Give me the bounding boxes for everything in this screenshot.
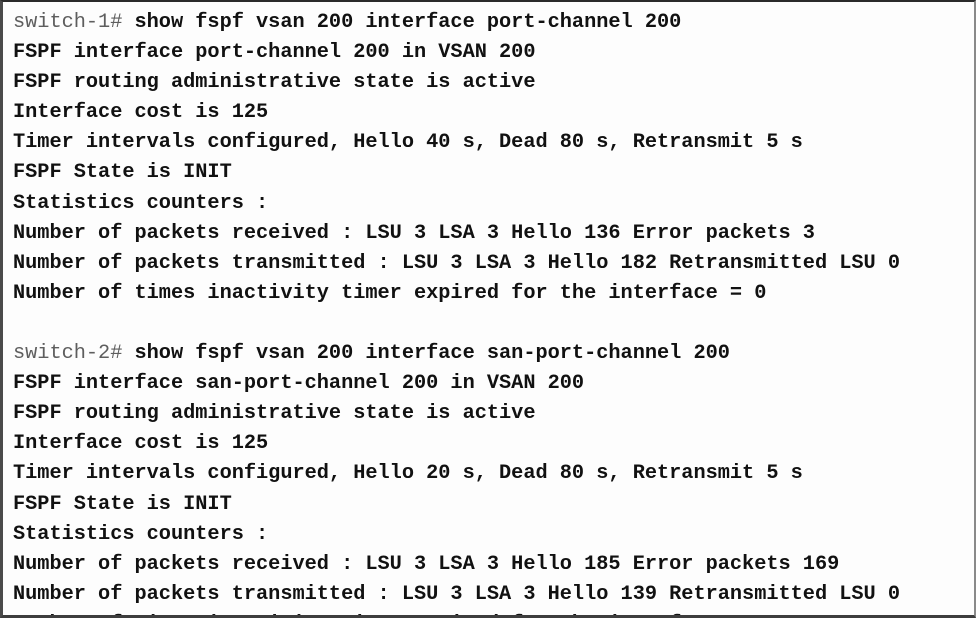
output-line: Statistics counters : xyxy=(13,191,269,215)
output-line: Number of packets transmitted : LSU 3 LS… xyxy=(13,251,901,275)
output-line: FSPF interface port-channel 200 in VSAN … xyxy=(13,41,536,65)
output-line: Number of packets received : LSU 3 LSA 3… xyxy=(13,552,840,576)
terminal-window: switch-1# show fspf vsan 200 interface p… xyxy=(0,0,976,618)
output-line: FSPF interface san-port-channel 200 in V… xyxy=(13,372,585,396)
shell-prompt: switch-2# xyxy=(13,342,123,366)
output-line: Timer intervals configured, Hello 20 s, … xyxy=(13,462,803,486)
typed-command: show fspf vsan 200 interface port-channe… xyxy=(122,11,682,34)
output-line: Number of packets received : LSU 3 LSA 3… xyxy=(13,221,815,245)
command-prompt-line: switch-2# show fspf vsan 200 interface s… xyxy=(13,339,974,369)
output-line: Number of times inactivity timer expired… xyxy=(13,281,767,305)
terminal-screen[interactable]: switch-1# show fspf vsan 200 interface p… xyxy=(3,2,974,615)
command-prompt-line: switch-1# show fspf vsan 200 interface p… xyxy=(13,8,974,38)
output-line: FSPF State is INIT xyxy=(13,161,232,185)
output-line: FSPF routing administrative state is act… xyxy=(13,71,536,95)
output-line: Number of packets transmitted : LSU 3 LS… xyxy=(13,582,901,606)
output-line: FSPF routing administrative state is act… xyxy=(13,402,536,426)
output-line: FSPF State is INIT xyxy=(13,492,232,516)
output-line: Number of times inactivity timer expired… xyxy=(13,610,974,615)
output-line: Interface cost is 125 xyxy=(13,432,269,456)
shell-prompt: switch-1# xyxy=(13,11,123,34)
typed-command: show fspf vsan 200 interface san-port-ch… xyxy=(122,342,730,366)
output-line: Timer intervals configured, Hello 40 s, … xyxy=(13,131,803,155)
output-line: Statistics counters : xyxy=(13,522,269,546)
output-line: Interface cost is 125 xyxy=(13,101,269,125)
